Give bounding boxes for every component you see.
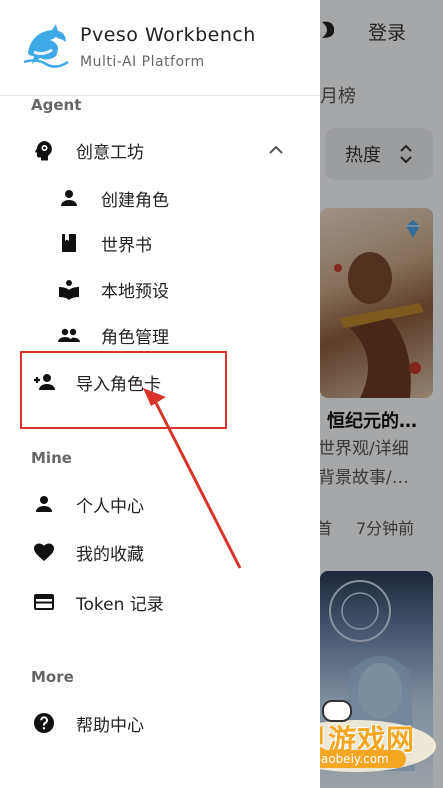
sidebar-item-label: 角色管理	[101, 327, 169, 348]
sidebar-item-create-character[interactable]: 创建角色	[57, 178, 169, 218]
person-icon	[32, 492, 56, 516]
sidebar-item-label: Token 记录	[76, 594, 164, 615]
sidebar-item-label: 个人中心	[76, 496, 144, 517]
sidebar-item-label: 帮助中心	[76, 715, 144, 736]
dolphin-logo-icon	[23, 24, 69, 68]
chevron-up-icon[interactable]	[266, 140, 286, 160]
sidebar-item-label: 本地预设	[101, 281, 169, 302]
brand-name: Pveso Workbench	[80, 24, 256, 46]
sidebar-item-help-center[interactable]: 帮助中心	[32, 703, 144, 743]
brand-subtitle: Multi-AI Platform	[80, 54, 205, 70]
sidebar-item-label: 世界书	[101, 235, 152, 256]
sidebar-item-worldbook[interactable]: 世界书	[57, 223, 152, 263]
sidebar-item-label: 创建角色	[101, 190, 169, 211]
drawer-header: Pveso Workbench Multi-AI Platform	[0, 0, 320, 96]
help-icon	[32, 711, 56, 735]
open-book-icon	[57, 277, 81, 301]
book-icon	[57, 231, 81, 255]
sidebar-item-token-records[interactable]: Token 记录	[32, 582, 164, 622]
section-label-mine: Mine	[31, 449, 72, 467]
sidebar-group-creative-workshop[interactable]: 创意工坊	[32, 130, 144, 170]
brain-gear-icon	[32, 138, 56, 162]
sidebar-item-personal-center[interactable]: 个人中心	[32, 484, 144, 524]
heart-icon	[32, 540, 56, 564]
section-label-more: More	[31, 668, 74, 686]
card-icon	[32, 590, 56, 614]
sidebar-item-favorites[interactable]: 我的收藏	[32, 532, 144, 572]
sidebar-group-label: 创意工坊	[76, 142, 144, 163]
sidebar-item-character-management[interactable]: 角色管理	[57, 315, 169, 355]
annotation-highlight-box	[20, 351, 227, 429]
section-label-agent: Agent	[31, 96, 82, 114]
sidebar-item-label: 我的收藏	[76, 544, 144, 565]
sidebar-item-local-presets[interactable]: 本地预设	[57, 269, 169, 309]
people-icon	[57, 323, 81, 347]
person-icon	[57, 186, 81, 210]
